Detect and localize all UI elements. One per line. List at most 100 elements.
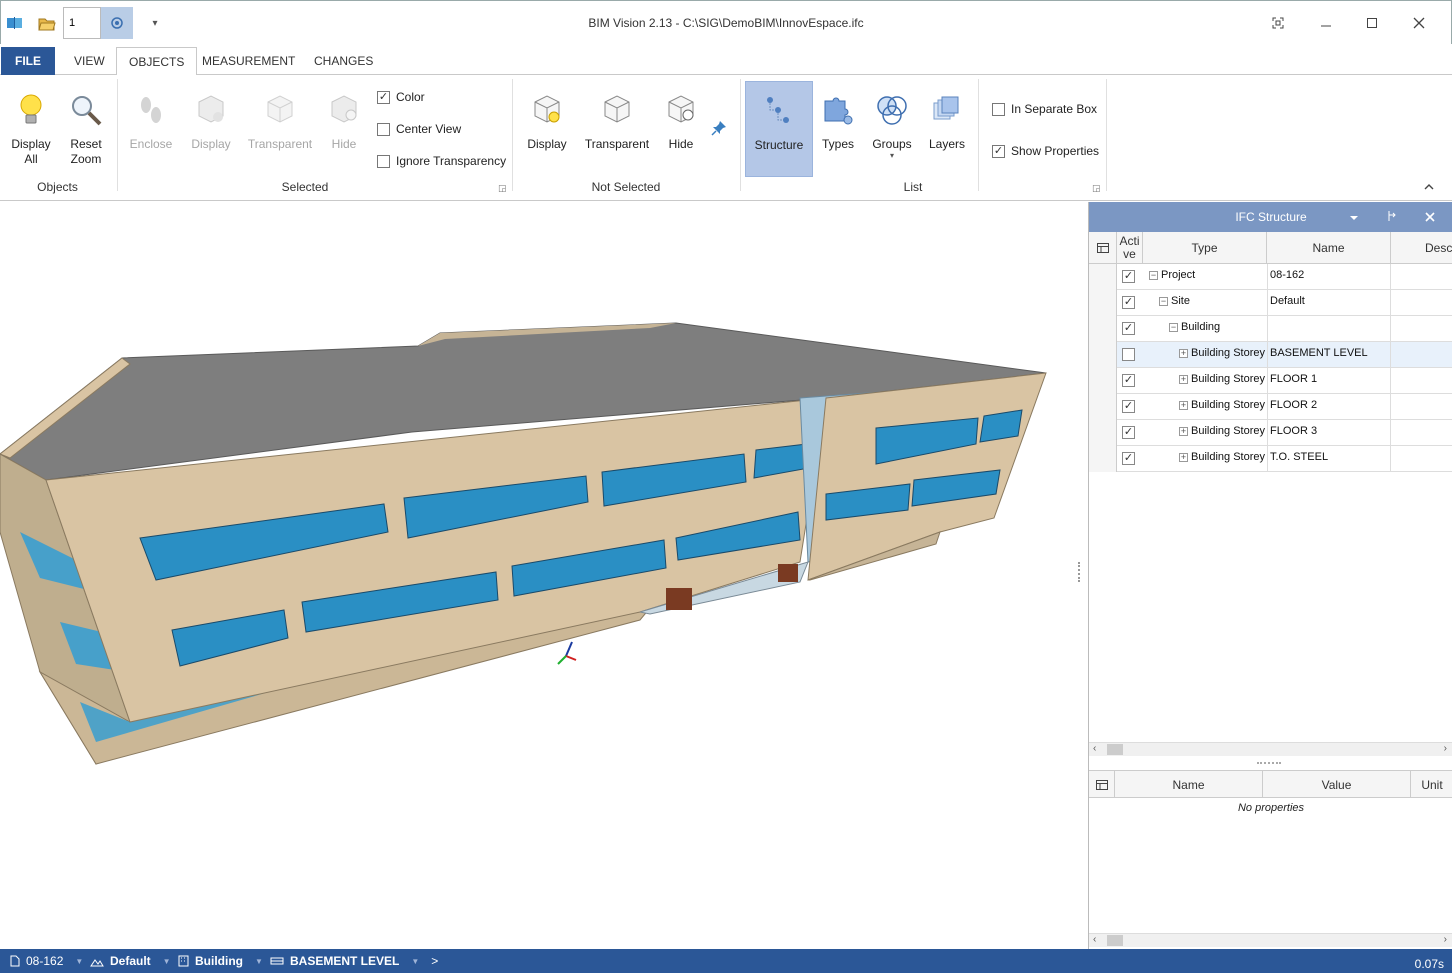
tab-changes[interactable]: CHANGES <box>302 47 385 75</box>
scroll-thumb[interactable] <box>1107 935 1123 946</box>
column-description[interactable]: Descr <box>1391 232 1452 264</box>
expand-icon[interactable]: + <box>1179 426 1188 436</box>
in-separate-box-checkbox[interactable]: In Separate Box <box>992 102 1097 116</box>
props-column-value[interactable]: Value <box>1263 771 1411 798</box>
color-checkbox-box[interactable]: ✓ <box>377 90 390 104</box>
props-column-chooser-icon[interactable] <box>1089 771 1115 798</box>
props-column-unit[interactable]: Unit <box>1411 771 1452 798</box>
collapse-icon[interactable]: − <box>1149 270 1158 280</box>
row-name: Default <box>1267 290 1391 316</box>
show-properties-checkbox-box[interactable]: ✓ <box>992 144 1005 158</box>
structure-row[interactable]: ✓ + Building Storey T.O. STEEL <box>1089 446 1452 472</box>
column-type[interactable]: Type <box>1143 232 1267 264</box>
status-building[interactable]: Building ▼ <box>178 954 263 968</box>
hide-selected-button[interactable]: Hide <box>313 81 375 177</box>
structure-row[interactable]: ✓ − Site Default <box>1089 290 1452 316</box>
maximize-icon[interactable] <box>1359 11 1385 35</box>
expand-icon[interactable]: + <box>1179 452 1188 462</box>
active-checkbox[interactable]: ✓ <box>1122 270 1135 283</box>
status-storey[interactable]: BASEMENT LEVEL ▼ > <box>270 954 438 968</box>
hide-not-selected-button[interactable]: Hide <box>650 81 712 177</box>
fullscreen-icon[interactable] <box>1265 11 1291 35</box>
status-more[interactable]: > <box>431 954 438 968</box>
scroll-right-icon[interactable]: › <box>1444 743 1447 754</box>
3d-viewport[interactable] <box>0 202 1088 949</box>
ignore-transparency-checkbox[interactable]: Ignore Transparency <box>377 154 506 168</box>
structure-row[interactable]: ✓ + Building Storey FLOOR 2 <box>1089 394 1452 420</box>
transparent-selected-button[interactable]: Transparent <box>248 81 312 177</box>
scroll-left-icon[interactable]: ‹ <box>1093 934 1096 945</box>
active-checkbox[interactable]: ✓ <box>1122 374 1135 387</box>
column-name[interactable]: Name <box>1267 232 1391 264</box>
reset-zoom-label: Reset Zoom <box>70 137 102 166</box>
active-checkbox[interactable] <box>1122 348 1135 361</box>
list-dialog-launcher-icon[interactable]: ◲ <box>1092 183 1101 194</box>
splitter-handle[interactable] <box>1078 562 1082 582</box>
center-view-checkbox[interactable]: Center View <box>377 122 461 136</box>
in-separate-box-checkbox-box[interactable] <box>992 102 1005 116</box>
active-checkbox[interactable]: ✓ <box>1122 426 1135 439</box>
panel-close-icon[interactable] <box>1425 211 1435 225</box>
structure-row[interactable]: ✓ − Project 08-162 <box>1089 264 1452 290</box>
status-project[interactable]: 08-162 ▼ <box>10 954 83 968</box>
tab-file[interactable]: FILE <box>1 47 55 75</box>
display-all-button[interactable]: Display All <box>0 81 62 177</box>
structure-button[interactable]: Structure <box>745 81 813 177</box>
structure-row[interactable]: + Building Storey BASEMENT LEVEL <box>1089 342 1452 368</box>
structure-grid-header: Acti ve Type Name Descr <box>1089 232 1452 264</box>
scroll-thumb[interactable] <box>1107 744 1123 755</box>
color-checkbox[interactable]: ✓ Color <box>377 90 425 104</box>
cube-search-icon <box>324 89 364 131</box>
row-gutter <box>1089 368 1117 394</box>
scroll-right-icon[interactable]: › <box>1444 934 1447 945</box>
types-button[interactable]: Types <box>812 81 864 177</box>
row-type: + Building Storey <box>1179 368 1265 394</box>
active-checkbox[interactable]: ✓ <box>1122 322 1135 335</box>
column-active[interactable]: Acti ve <box>1117 232 1143 264</box>
scroll-left-icon[interactable]: ‹ <box>1093 743 1096 754</box>
panel-float-icon[interactable] <box>1387 210 1397 225</box>
layers-button[interactable]: Layers <box>920 81 974 177</box>
structure-row[interactable]: ✓ + Building Storey FLOOR 3 <box>1089 420 1452 446</box>
list-group-label: List <box>903 180 923 194</box>
expand-icon[interactable]: + <box>1179 400 1188 410</box>
active-checkbox[interactable]: ✓ <box>1122 452 1135 465</box>
active-checkbox[interactable]: ✓ <box>1122 296 1135 309</box>
reset-zoom-button[interactable]: Reset Zoom <box>55 81 117 177</box>
show-properties-checkbox[interactable]: ✓ Show Properties <box>992 144 1099 158</box>
groups-button[interactable]: Groups ▾ <box>864 81 920 177</box>
tab-view[interactable]: VIEW <box>62 47 117 75</box>
tab-objects[interactable]: OBJECTS <box>116 47 198 76</box>
display-selected-button[interactable]: Display <box>180 81 242 177</box>
selected-dialog-launcher-icon[interactable]: ◲ <box>498 183 507 194</box>
panel-dropdown-icon[interactable] <box>1349 211 1359 225</box>
display-all-label: Display All <box>11 137 51 166</box>
expand-icon[interactable]: + <box>1179 374 1188 384</box>
center-view-checkbox-box[interactable] <box>377 122 390 136</box>
building-model[interactable] <box>0 202 1088 949</box>
collapse-icon[interactable]: − <box>1169 322 1178 332</box>
display-not-selected-button[interactable]: Display <box>516 81 578 177</box>
enclose-button[interactable]: Enclose <box>120 81 182 177</box>
active-checkbox[interactable]: ✓ <box>1122 400 1135 413</box>
ignore-transparency-checkbox-box[interactable] <box>377 154 390 168</box>
transparent-not-selected-button[interactable]: Transparent <box>584 81 650 177</box>
transparent-selected-label: Transparent <box>247 137 313 151</box>
properties-hscrollbar[interactable]: ‹ › <box>1089 933 1452 947</box>
minimize-icon[interactable] <box>1313 11 1339 35</box>
structure-hscrollbar[interactable]: ‹ › <box>1089 742 1452 756</box>
structure-row[interactable]: ✓ + Building Storey FLOOR 1 <box>1089 368 1452 394</box>
collapse-ribbon-icon[interactable] <box>1420 179 1438 195</box>
column-chooser-icon[interactable] <box>1089 232 1117 264</box>
close-icon[interactable] <box>1406 11 1432 35</box>
panel-splitter-handle[interactable] <box>1257 762 1281 764</box>
structure-row[interactable]: ✓ − Building <box>1089 316 1452 342</box>
status-site[interactable]: Default ▼ <box>90 954 171 968</box>
row-gutter <box>1089 342 1117 368</box>
tab-measurement[interactable]: MEASUREMENT <box>190 47 307 75</box>
expand-icon[interactable]: + <box>1179 348 1188 358</box>
pin-icon[interactable] <box>708 117 730 139</box>
collapse-icon[interactable]: − <box>1159 296 1168 306</box>
groups-dropdown-icon[interactable]: ▾ <box>890 152 894 160</box>
props-column-name[interactable]: Name <box>1115 771 1263 798</box>
